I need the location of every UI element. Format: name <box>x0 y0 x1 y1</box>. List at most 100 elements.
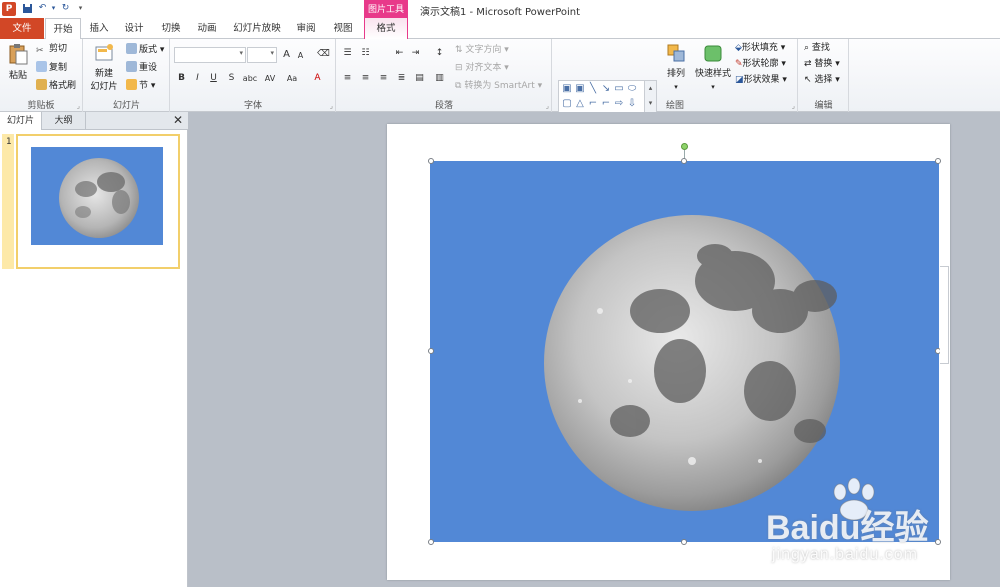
underline-button[interactable]: U <box>207 72 220 85</box>
replace-label: 替换 <box>814 59 833 69</box>
italic-button[interactable]: I <box>191 72 204 85</box>
arrow-line-shape-icon[interactable]: ↘ <box>600 83 612 95</box>
bold-button[interactable]: B <box>175 72 188 85</box>
down-arrow-shape-icon[interactable]: ⇩ <box>626 98 638 110</box>
font-size-combo[interactable]: ▾ <box>247 47 277 63</box>
char-spacing-button[interactable]: AV <box>261 72 279 85</box>
tab-slideshow[interactable]: 幻灯片放映 <box>228 18 286 39</box>
tab-review[interactable]: 审阅 <box>290 18 322 39</box>
font-group: ▾ ▾ A A ⌫ B I U S abc AV Aa A 字体 ⌟ <box>171 39 336 112</box>
text-direction-button[interactable]: ⇅ 文字方向 ▾ <box>455 44 509 57</box>
resize-handle-bottom[interactable] <box>681 539 687 545</box>
arrange-label: 排列 <box>666 69 685 79</box>
resize-handle-top-right[interactable] <box>935 158 941 164</box>
tab-format[interactable]: 格式 <box>364 18 408 39</box>
tab-home[interactable]: 开始 <box>45 18 81 40</box>
distribute-icon[interactable]: ▤ <box>413 72 426 85</box>
shape-fill-label: 形状填充 <box>741 43 778 53</box>
select-button[interactable]: ↖ 选择 ▾ <box>804 74 840 87</box>
pane-tab-slides[interactable]: 幻灯片 <box>0 112 42 130</box>
shape-outline-button[interactable]: ✎形状轮廓 ▾ <box>735 58 786 71</box>
reset-button[interactable]: 重设 <box>126 61 157 75</box>
drawing-launcher-icon[interactable]: ⌟ <box>792 102 795 110</box>
tab-view[interactable]: 视图 <box>327 18 359 39</box>
shape-effects-button[interactable]: ◪形状效果 ▾ <box>735 74 787 87</box>
thumbnail-moon-image <box>31 147 163 245</box>
shadow-button[interactable]: abc <box>241 72 259 85</box>
vertical-textbox-shape-icon[interactable]: ▣ <box>574 83 586 95</box>
selected-slide-marker <box>2 134 14 269</box>
tab-design[interactable]: 设计 <box>118 18 150 39</box>
justify-icon[interactable]: ≣ <box>395 72 408 85</box>
align-text-button[interactable]: ⊟ 对齐文本 ▾ <box>455 62 509 75</box>
line-shape-icon[interactable]: ╲ <box>587 83 599 95</box>
paste-button[interactable]: 粘贴 <box>6 43 30 83</box>
clipboard-icon <box>9 44 28 65</box>
font-group-label: 字体 <box>243 101 262 111</box>
resize-handle-left[interactable] <box>428 348 434 354</box>
elbow-arrow-shape-icon[interactable]: ⌐ <box>600 98 612 110</box>
rectangle-shape-icon[interactable]: ▭ <box>613 83 625 95</box>
cut-button[interactable]: ✂ 剪切 <box>36 43 67 56</box>
copy-button[interactable]: 复制 <box>36 61 67 75</box>
tab-animations[interactable]: 动画 <box>191 18 223 39</box>
align-left-icon[interactable]: ≡ <box>341 72 354 85</box>
shape-effects-label: 形状效果 <box>743 75 780 85</box>
grow-font-button[interactable]: A <box>280 48 293 61</box>
numbering-icon[interactable]: ☷ <box>359 47 372 60</box>
font-color-button[interactable]: A <box>311 72 324 85</box>
pane-tab-outline[interactable]: 大纲 <box>42 112 86 130</box>
change-case-button[interactable]: Aa <box>283 72 301 85</box>
rounded-rect-shape-icon[interactable]: ▢ <box>561 98 573 110</box>
baidu-jingyan-watermark: Baidu经验 jingyan.baidu.com <box>766 478 946 572</box>
line-spacing-icon[interactable]: ↕ <box>433 47 446 60</box>
section-button[interactable]: 节 ▾ <box>126 79 155 93</box>
shape-fill-button[interactable]: ⬙形状填充 ▾ <box>735 42 785 55</box>
font-launcher-icon[interactable]: ⌟ <box>330 102 333 110</box>
layout-button[interactable]: 版式 ▾ <box>126 43 164 57</box>
cut-label: 剪切 <box>49 44 68 54</box>
rotate-handle[interactable] <box>681 143 688 150</box>
resize-handle-bottom-left[interactable] <box>428 539 434 545</box>
quick-styles-icon <box>704 45 722 62</box>
font-family-combo[interactable]: ▾ <box>174 47 246 63</box>
ribbon: 粘贴 ✂ 剪切 复制 格式刷 剪贴板 ⌟ 新建 幻灯片 版式 ▾ 重设 节 ▾ 幻… <box>0 39 1000 128</box>
convert-smartart-button[interactable]: ⧉ 转换为 SmartArt ▾ <box>455 80 542 93</box>
ribbon-tabs: 文件 开始 插入 设计 切换 动画 幻灯片放映 审阅 视图 格式 <box>0 18 1000 40</box>
decrease-indent-icon[interactable]: ⇤ <box>393 47 406 60</box>
quick-styles-dropdown-icon: ▾ <box>711 83 715 91</box>
textbox-shape-icon[interactable]: ▣ <box>561 83 573 95</box>
increase-indent-icon[interactable]: ⇥ <box>409 47 422 60</box>
shrink-font-button[interactable]: A <box>294 49 307 62</box>
replace-button[interactable]: ⇄ 替换 ▾ <box>804 58 840 71</box>
resize-handle-top-left[interactable] <box>428 158 434 164</box>
new-slide-button[interactable]: 新建 幻灯片 <box>86 43 122 94</box>
arrange-button[interactable]: 排列 ▾ <box>663 43 689 94</box>
editing-group: ⌕ 查找 ⇄ 替换 ▾ ↖ 选择 ▾ 编辑 <box>799 39 849 112</box>
clipboard-launcher-icon[interactable]: ⌟ <box>77 102 80 110</box>
clear-format-icon[interactable]: ⌫ <box>317 48 330 61</box>
columns-icon[interactable]: ▥ <box>433 72 446 85</box>
tab-insert[interactable]: 插入 <box>83 18 115 39</box>
align-right-icon[interactable]: ≡ <box>377 72 390 85</box>
find-button[interactable]: ⌕ 查找 <box>804 42 830 55</box>
quick-styles-button[interactable]: 快速样式 ▾ <box>693 43 733 94</box>
align-center-icon[interactable]: ≡ <box>359 72 372 85</box>
clipboard-group-label: 剪贴板 <box>27 101 55 111</box>
right-arrow-shape-icon[interactable]: ⇨ <box>613 98 625 110</box>
oval-shape-icon[interactable]: ⬭ <box>626 83 638 95</box>
format-painter-button[interactable]: 格式刷 <box>36 79 76 93</box>
resize-handle-top[interactable] <box>681 158 687 164</box>
strike-button[interactable]: S <box>225 72 238 85</box>
triangle-shape-icon[interactable]: △ <box>574 98 586 110</box>
elbow-connector-shape-icon[interactable]: ⌐ <box>587 98 599 110</box>
text-direction-label: 文字方向 <box>465 45 502 55</box>
tab-transitions[interactable]: 切换 <box>155 18 187 39</box>
slide-thumbnail[interactable] <box>16 134 180 269</box>
tab-file[interactable]: 文件 <box>0 18 44 39</box>
section-label: 节 <box>139 81 149 91</box>
close-icon[interactable]: ✕ <box>173 113 183 127</box>
copy-icon <box>36 61 47 72</box>
paragraph-launcher-icon[interactable]: ⌟ <box>546 102 549 110</box>
bullets-icon[interactable]: ☰ <box>341 47 354 60</box>
